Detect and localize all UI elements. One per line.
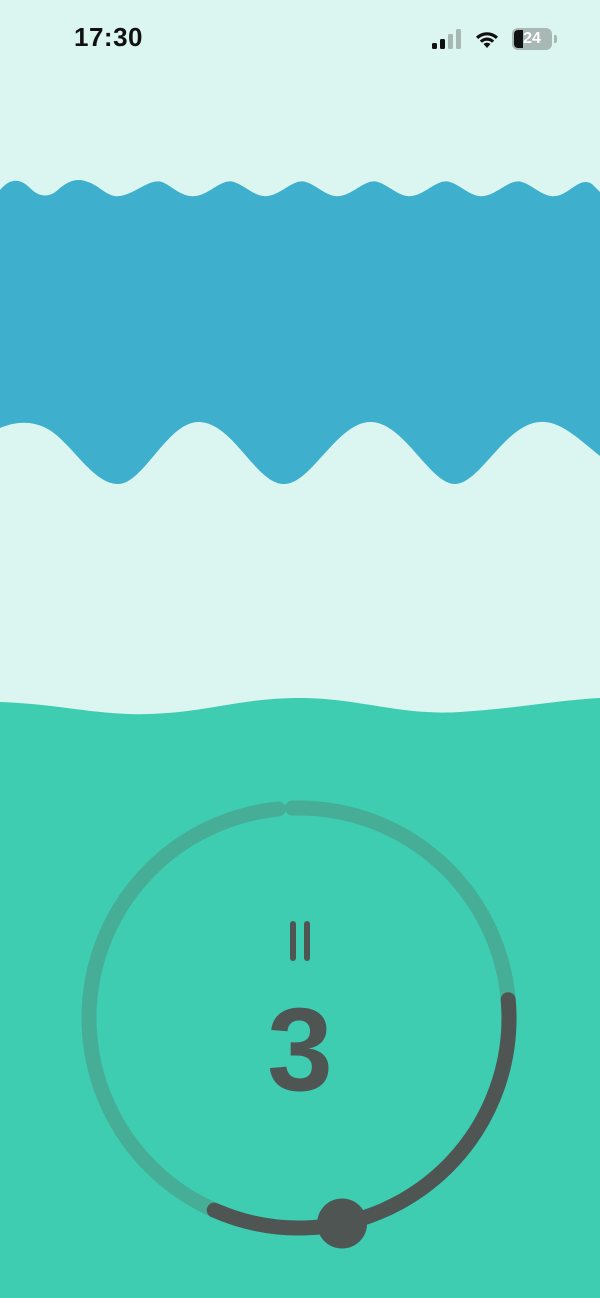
count-value: 3 bbox=[267, 984, 333, 1116]
pause-icon bbox=[290, 921, 296, 961]
pause-icon-bar bbox=[304, 921, 310, 961]
timer-area: 3 bbox=[0, 0, 600, 1298]
slider-knob[interactable] bbox=[317, 1198, 368, 1249]
app-screen: { "status_bar": { "time": "17:30", "batt… bbox=[0, 0, 600, 1298]
pause-button[interactable] bbox=[276, 916, 324, 966]
